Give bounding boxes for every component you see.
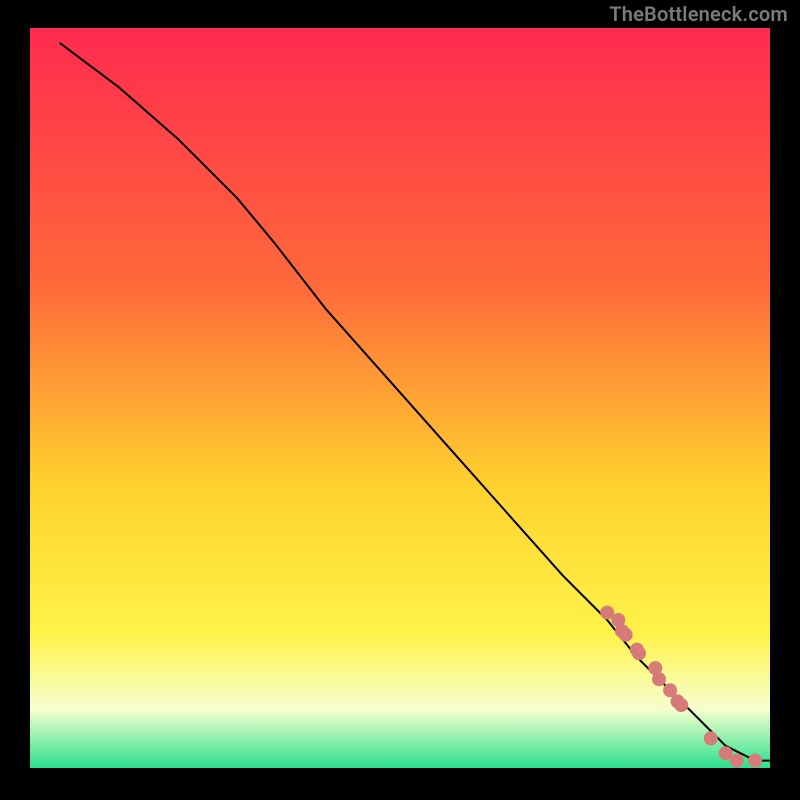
marker-data-points [619, 628, 633, 642]
marker-data-points [748, 754, 762, 768]
marker-data-points [652, 672, 666, 686]
marker-data-points [730, 754, 744, 768]
attribution-label: TheBottleneck.com [609, 2, 788, 26]
chart-plot-area [30, 28, 770, 768]
gradient-background [30, 28, 770, 768]
marker-data-points [632, 646, 646, 660]
chart-container: TheBottleneck.com [0, 0, 800, 800]
marker-data-points [674, 698, 688, 712]
chart-svg [30, 28, 770, 768]
marker-data-points [704, 731, 718, 745]
